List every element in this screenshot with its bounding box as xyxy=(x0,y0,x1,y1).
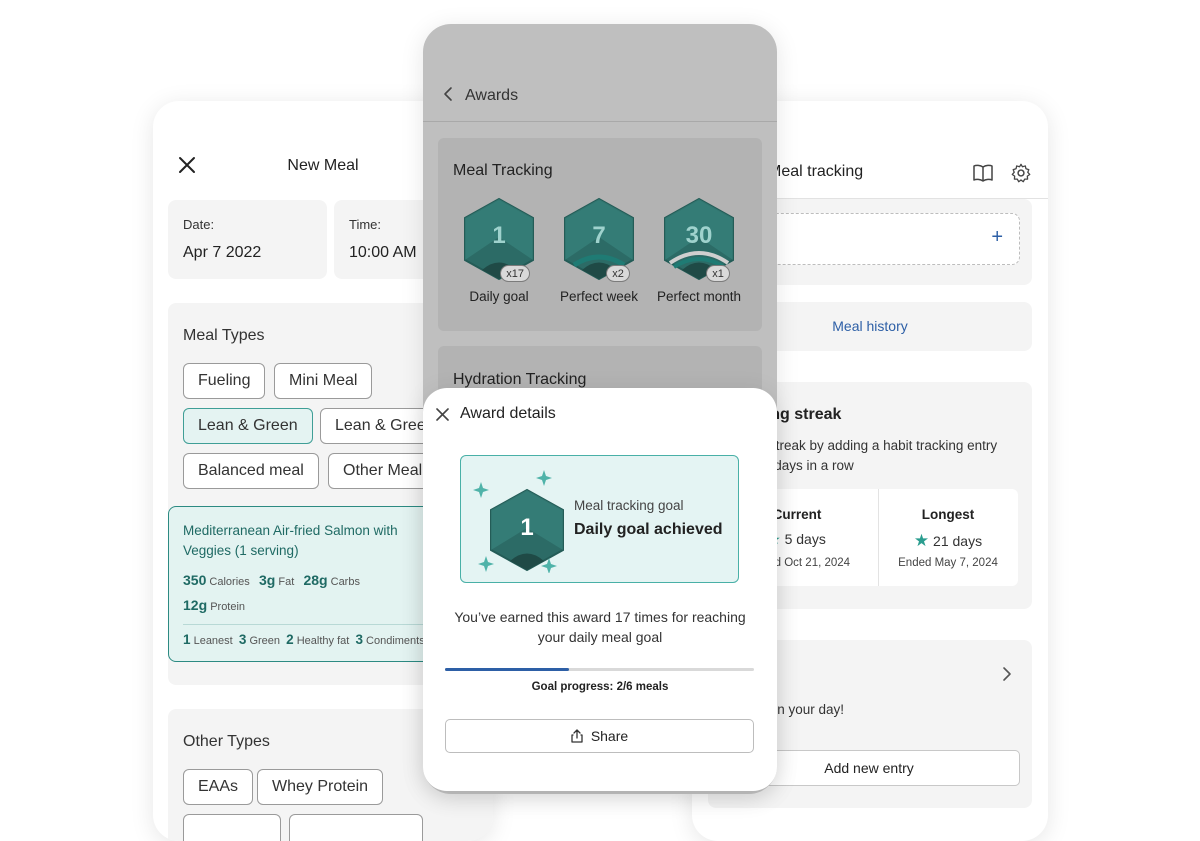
nav-divider xyxy=(423,121,777,122)
award-details-sheet: Award details 1 Meal tracking goal Daily… xyxy=(423,388,777,791)
badge-count: x2 xyxy=(606,265,630,282)
meal-types-heading: Meal Types xyxy=(183,327,265,344)
hydration-heading: Hydration Tracking xyxy=(453,371,587,388)
leanest-value: 1 xyxy=(183,632,191,647)
calories-label: Calories xyxy=(209,576,250,588)
awards-nav: Awards xyxy=(443,86,518,105)
svg-text:30: 30 xyxy=(686,222,713,249)
chip-balanced-meal[interactable]: Balanced meal xyxy=(183,453,319,489)
sheet-title: Award details xyxy=(460,405,556,422)
goal-progress-bar xyxy=(445,668,754,671)
longest-sub: Ended May 7, 2024 xyxy=(898,557,998,569)
meal-name: Mediterranean Air-fried Salmon with Vegg… xyxy=(183,523,398,558)
badge-caption: Perfect month xyxy=(656,289,742,304)
close-icon[interactable] xyxy=(436,408,449,421)
badge-perfect-month[interactable]: 30 x1 Perfect month xyxy=(654,197,744,304)
share-button[interactable]: Share xyxy=(445,719,754,753)
longest-value: 21 days xyxy=(933,533,983,549)
calories-value: 350 xyxy=(183,572,207,588)
badge-caption: Daily goal xyxy=(469,289,529,304)
goal-progress-label: Goal progress: 2/6 meals xyxy=(531,681,669,693)
fat-label: Fat xyxy=(278,576,295,588)
book-icon[interactable] xyxy=(972,163,994,183)
green-value: 3 xyxy=(238,632,247,647)
svg-text:1: 1 xyxy=(520,514,533,541)
chip-lean-green-selected[interactable]: Lean & Green xyxy=(183,408,313,444)
chip-fueling[interactable]: Fueling xyxy=(183,363,266,399)
gear-icon[interactable] xyxy=(1010,162,1032,184)
current-value: 5 days xyxy=(784,531,826,547)
badge-number: 1 xyxy=(492,222,505,249)
healthy-fat-value: 2 xyxy=(286,632,294,647)
badge-perfect-week[interactable]: 7 x2 Perfect week xyxy=(554,197,644,304)
condiment-label: Condiments xyxy=(366,635,425,647)
award-badge-icon: 1 xyxy=(473,470,564,573)
badge-daily-goal[interactable]: 1 x17 Daily goal xyxy=(454,197,544,304)
protein-value: 12g xyxy=(183,597,208,613)
chip-eaas[interactable]: EAAs xyxy=(183,769,254,805)
longest-value-row: ★ 21 days xyxy=(878,531,1018,551)
fat-value: 3g xyxy=(258,572,276,588)
longest-label: Longest xyxy=(921,507,975,522)
carbs-value: 28g xyxy=(303,572,328,588)
star-icon: ★ xyxy=(913,531,930,550)
badge-caption: Perfect week xyxy=(559,289,639,304)
chip-partial[interactable] xyxy=(289,814,423,841)
award-summary-card: 1 Meal tracking goal Daily goal achieved xyxy=(460,455,739,583)
badge-count: x1 xyxy=(706,265,730,282)
goal-progress-fill xyxy=(445,668,569,671)
page-title: Meal tracking xyxy=(768,163,864,180)
plus-icon: + xyxy=(991,226,1003,248)
chip-other-meal[interactable]: Other Meal xyxy=(328,453,438,489)
healthy-fat-label: Healthy fat xyxy=(296,635,350,647)
time-label: Time: xyxy=(349,217,382,232)
chip-partial[interactable] xyxy=(183,814,281,841)
award-subtitle: Meal tracking goal xyxy=(574,498,684,513)
chip-whey-protein[interactable]: Whey Protein xyxy=(257,769,384,805)
carbs-label: Carbs xyxy=(330,576,360,588)
share-label: Share xyxy=(590,728,629,744)
chip-mini-meal[interactable]: Mini Meal xyxy=(274,363,373,399)
date-label: Date: xyxy=(183,217,215,232)
time-value: 10:00 AM xyxy=(349,244,417,261)
date-field[interactable]: Date: Apr 7 2022 xyxy=(168,200,327,279)
date-value: Apr 7 2022 xyxy=(183,244,262,261)
condiment-value: 3 xyxy=(355,632,363,647)
meal-tracking-heading: Meal Tracking xyxy=(453,162,553,179)
back-chevron-icon[interactable] xyxy=(443,86,453,102)
badge-count: x17 xyxy=(500,265,530,282)
leanest-label: Leanest xyxy=(193,635,233,647)
awards-title: Awards xyxy=(465,87,519,104)
green-label: Green xyxy=(249,635,281,647)
protein-label: Protein xyxy=(210,601,246,613)
other-types-heading: Other Types xyxy=(183,733,270,750)
meal-tracking-awards: Meal Tracking 1 x17 Daily goal 7 x2 Perf… xyxy=(438,138,762,331)
award-description: You’ve earned this award 17 times for re… xyxy=(454,609,746,645)
award-headline: Daily goal achieved xyxy=(574,521,723,538)
chevron-right-icon[interactable] xyxy=(1002,666,1012,682)
svg-text:7: 7 xyxy=(592,222,605,249)
share-icon xyxy=(571,729,583,743)
